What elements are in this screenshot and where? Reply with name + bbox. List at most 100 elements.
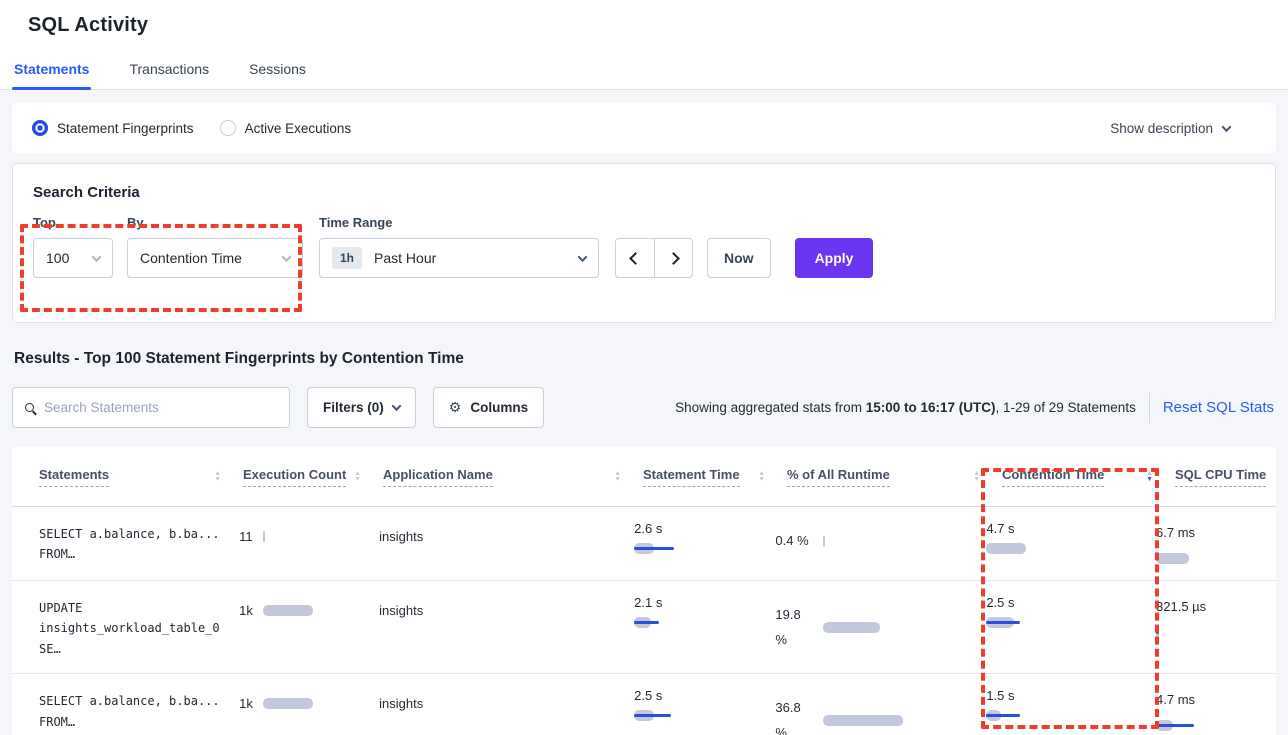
execution-count-bar: [263, 531, 380, 542]
execution-count-bar: [263, 698, 379, 709]
vertical-divider: [1149, 393, 1150, 423]
radio-active-executions[interactable]: Active Executions: [220, 120, 352, 136]
time-range-badge: 1h: [332, 247, 362, 269]
statement-time-cell: 2.5 s: [634, 688, 775, 721]
tab-statements[interactable]: Statements: [12, 53, 91, 89]
content-area: Statement Fingerprints Active Executions…: [0, 103, 1288, 735]
execution-count-bar: [263, 605, 379, 616]
contention-time-cell: 1.5 s: [986, 688, 1156, 721]
table-row[interactable]: UPDATE insights_workload_table_0 SE… 1k …: [12, 581, 1276, 674]
page-title: SQL Activity: [0, 14, 1288, 37]
sort-arrows-desc-icon[interactable]: ▲▼: [1146, 471, 1153, 483]
gear-icon: ⚙: [449, 399, 462, 416]
statement-time-bar: [634, 617, 754, 628]
chevron-right-icon: [667, 252, 680, 265]
sort-arrows-icon[interactable]: ▲▼: [354, 471, 361, 483]
execution-count-cell: 1k: [239, 595, 379, 618]
next-range-button[interactable]: [654, 238, 693, 278]
previous-range-button[interactable]: [615, 238, 654, 278]
statement-time-bar: [634, 543, 754, 554]
show-description-toggle[interactable]: Show description: [1110, 121, 1230, 136]
sort-arrows-icon[interactable]: ▲▼: [758, 471, 765, 483]
tab-transactions[interactable]: Transactions: [127, 53, 211, 89]
statement-time-cell: 2.1 s: [634, 595, 775, 628]
chevron-down-icon: [578, 252, 588, 262]
search-criteria-card: Search Criteria Top 100 By Contention Ti…: [12, 163, 1276, 323]
chevron-down-icon: [92, 252, 102, 262]
by-label: By: [127, 215, 303, 230]
statement-fingerprint-link[interactable]: SELECT a.balance, b.ba... FROM…: [39, 521, 239, 565]
reset-sql-stats-link[interactable]: Reset SQL Stats: [1163, 399, 1274, 416]
sql-cpu-time-cell: 321.5 µs: [1156, 595, 1276, 638]
by-field: By Contention Time: [127, 215, 303, 278]
column-header-statements[interactable]: Statements ▲▼: [39, 467, 243, 487]
page-header: SQL Activity Statements Transactions Ses…: [0, 0, 1288, 90]
columns-button[interactable]: ⚙ Columns: [433, 387, 544, 428]
radio-label: Statement Fingerprints: [57, 121, 194, 136]
application-name-cell: insights: [379, 521, 634, 544]
top-field: Top 100: [33, 215, 113, 278]
contention-time-bar: [986, 710, 1106, 721]
search-statements-input[interactable]: [44, 400, 277, 415]
column-header-application-name[interactable]: Application Name ▲▼: [383, 467, 643, 487]
execution-count-cell: 1k: [239, 688, 379, 711]
aggregated-stats-text: Showing aggregated stats from 15:00 to 1…: [675, 400, 1136, 415]
sql-cpu-time-bar: [1156, 627, 1276, 638]
by-select-value: Contention Time: [140, 250, 283, 266]
view-toggle-card: Statement Fingerprints Active Executions…: [12, 103, 1276, 153]
statements-table: Statements ▲▼ Execution Count ▲▼ Applica…: [12, 447, 1276, 735]
apply-button[interactable]: Apply: [795, 238, 874, 278]
show-description-label: Show description: [1110, 121, 1213, 136]
column-header-contention-time[interactable]: Contention Time ▲▼: [1002, 467, 1175, 487]
sort-arrows-icon[interactable]: ▲▼: [214, 471, 221, 483]
column-header-execution-count[interactable]: Execution Count ▲▼: [243, 467, 383, 487]
sql-cpu-time-cell: 4.7 ms: [1156, 688, 1276, 731]
table-row[interactable]: SELECT a.balance, b.ba... FROM… 1k insig…: [12, 674, 1276, 735]
chevron-down-icon: [391, 401, 401, 411]
statement-time-cell: 2.6 s: [634, 521, 775, 554]
search-icon: [25, 403, 34, 412]
time-nav-group: [615, 238, 693, 278]
radio-statement-fingerprints[interactable]: Statement Fingerprints: [32, 120, 194, 136]
statement-time-bar: [634, 710, 754, 721]
tab-sessions[interactable]: Sessions: [247, 53, 308, 89]
by-select[interactable]: Contention Time: [127, 238, 303, 278]
contention-time-bar: [986, 617, 1106, 628]
time-range-select[interactable]: 1h Past Hour: [319, 238, 599, 278]
search-criteria-heading: Search Criteria: [33, 184, 1255, 201]
radio-unselected-icon: [220, 120, 236, 136]
stats-time-range: 15:00 to 16:17 (UTC): [866, 400, 996, 415]
pct-runtime-bar: [823, 536, 943, 547]
execution-count-cell: 11: [239, 521, 379, 544]
tab-bar: Statements Transactions Sessions: [0, 53, 1288, 90]
table-header-row: Statements ▲▼ Execution Count ▲▼ Applica…: [12, 447, 1276, 507]
time-range-label: Time Range: [319, 215, 599, 230]
statement-fingerprint-link[interactable]: SELECT a.balance, b.ba... FROM…: [39, 688, 239, 732]
sql-cpu-time-bar: [1156, 720, 1276, 731]
statement-fingerprint-link[interactable]: UPDATE insights_workload_table_0 SE…: [39, 595, 239, 659]
now-button[interactable]: Now: [707, 238, 771, 278]
filters-button[interactable]: Filters (0): [307, 387, 416, 428]
pct-runtime-cell: 0.4 %: [775, 521, 986, 554]
top-select[interactable]: 100: [33, 238, 113, 278]
application-name-cell: insights: [379, 595, 634, 618]
sort-arrows-icon[interactable]: ▲▼: [973, 471, 980, 483]
sql-cpu-time-cell: 6.7 ms: [1156, 521, 1276, 564]
radio-selected-icon: [32, 120, 48, 136]
sort-arrows-icon[interactable]: ▲▼: [614, 471, 621, 483]
chevron-down-icon: [1222, 122, 1232, 132]
results-toolbar: Filters (0) ⚙ Columns Showing aggregated…: [12, 387, 1276, 428]
top-select-value: 100: [46, 250, 93, 266]
table-row[interactable]: SELECT a.balance, b.ba... FROM… 11 insig…: [12, 507, 1276, 581]
radio-label: Active Executions: [245, 121, 352, 136]
search-statements-box: [12, 387, 290, 428]
columns-label: Columns: [470, 400, 528, 415]
column-header-sql-cpu-time[interactable]: SQL CPU Time: [1175, 467, 1276, 487]
contention-time-cell: 4.7 s: [986, 521, 1156, 554]
chevron-down-icon: [282, 252, 292, 262]
contention-time-cell: 2.5 s: [986, 595, 1156, 628]
time-range-field: Time Range 1h Past Hour: [319, 215, 599, 278]
top-label: Top: [33, 215, 113, 230]
column-header-pct-of-all-runtime[interactable]: % of All Runtime ▲▼: [787, 467, 1002, 487]
column-header-statement-time[interactable]: Statement Time ▲▼: [643, 467, 787, 487]
